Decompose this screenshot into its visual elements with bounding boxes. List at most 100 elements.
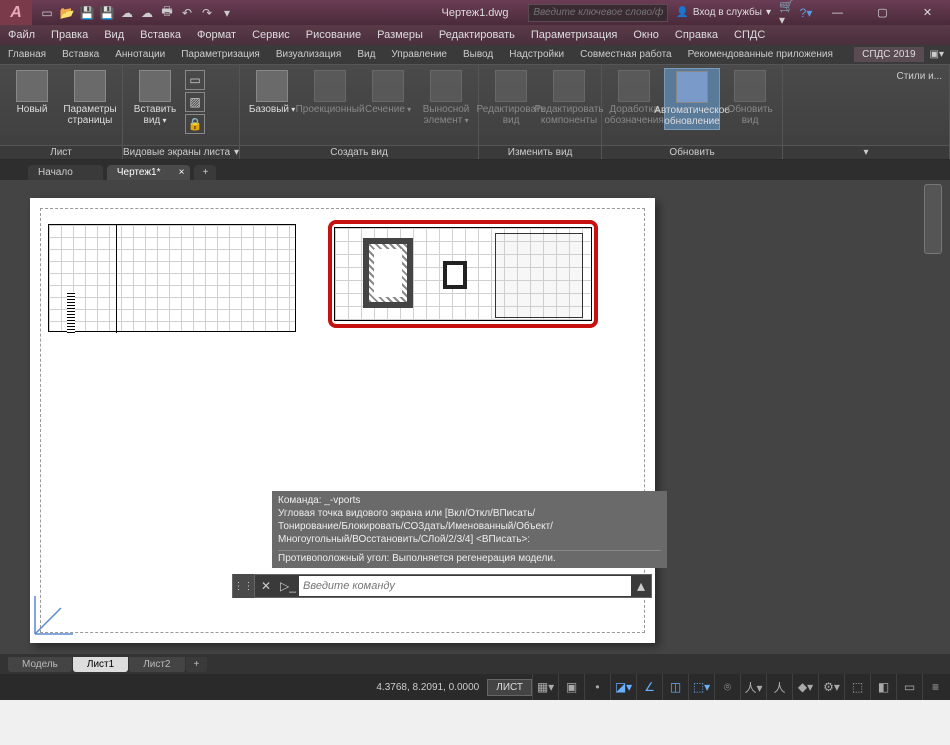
update-view-button[interactable]: Обновить вид bbox=[722, 68, 778, 128]
status-coordinates[interactable]: 4.3768, 8.2091, 0.0000 bbox=[376, 682, 479, 693]
layout-tab-list1[interactable]: Лист1 bbox=[73, 657, 128, 672]
rtab-visualize[interactable]: Визуализация bbox=[268, 47, 349, 62]
command-input[interactable] bbox=[299, 576, 631, 596]
plot-icon[interactable]: 🖶 bbox=[158, 4, 176, 22]
status-cleanscreen-icon[interactable]: ▭ bbox=[896, 674, 922, 700]
menu-tools[interactable]: Сервис bbox=[244, 27, 298, 43]
insert-view-button[interactable]: Вставить вид bbox=[127, 68, 183, 128]
command-customize-icon[interactable]: ✕ bbox=[255, 579, 277, 593]
new-layout-button[interactable]: Новый bbox=[4, 68, 60, 117]
lock-viewport-icon[interactable]: 🔒 bbox=[185, 114, 205, 134]
space-toggle-button[interactable]: ЛИСТ bbox=[487, 679, 532, 696]
edit-components-button[interactable]: Редактировать компоненты bbox=[541, 68, 597, 128]
close-button[interactable]: ✕ bbox=[905, 0, 950, 25]
ribbon-tabs: Главная Вставка Аннотации Параметризация… bbox=[0, 45, 950, 65]
viewport-right[interactable] bbox=[334, 227, 592, 321]
status-annoscale-icon[interactable]: ⬚▾ bbox=[688, 674, 714, 700]
rtab-insert[interactable]: Вставка bbox=[54, 47, 107, 62]
menu-draw[interactable]: Рисование bbox=[298, 27, 369, 43]
status-snap-icon[interactable]: • bbox=[584, 674, 610, 700]
edit-view-button[interactable]: Редактировать вид bbox=[483, 68, 539, 128]
navigation-bar[interactable] bbox=[924, 184, 942, 254]
detail-icon bbox=[430, 70, 462, 102]
auto-update-icon bbox=[676, 71, 708, 103]
styles-dropdown[interactable]: Стили и... bbox=[893, 68, 945, 85]
saveas-icon[interactable]: 💾 bbox=[98, 4, 116, 22]
menu-dimension[interactable]: Размеры bbox=[369, 27, 431, 43]
menu-format[interactable]: Формат bbox=[189, 27, 244, 43]
status-monitor-icon[interactable]: ⬚ bbox=[844, 674, 870, 700]
auto-update-button[interactable]: Автоматическое обновление bbox=[664, 68, 720, 130]
canvas[interactable]: Команда: _-vports Угловая точка видового… bbox=[0, 180, 950, 654]
menu-parametric[interactable]: Параметризация bbox=[523, 27, 625, 43]
status-osnap-icon[interactable]: ◪▾ bbox=[610, 674, 636, 700]
rtab-home[interactable]: Главная bbox=[0, 47, 54, 62]
open-icon[interactable]: 📂 bbox=[58, 4, 76, 22]
close-tab-icon[interactable]: × bbox=[179, 167, 185, 178]
menu-view[interactable]: Вид bbox=[96, 27, 132, 43]
command-drag-icon[interactable]: ⋮⋮ bbox=[233, 574, 255, 598]
command-recent-icon[interactable]: ▴ bbox=[631, 576, 651, 596]
status-units-icon[interactable]: ◆▾ bbox=[792, 674, 818, 700]
menu-insert[interactable]: Вставка bbox=[132, 27, 189, 43]
rtab-parametric[interactable]: Параметризация bbox=[173, 47, 268, 62]
menu-window[interactable]: Окно bbox=[625, 27, 667, 43]
base-view-button[interactable]: Базовый bbox=[244, 68, 300, 117]
status-otrack-icon[interactable]: ◫ bbox=[662, 674, 688, 700]
menu-file[interactable]: Файл bbox=[0, 27, 43, 43]
projected-view-button[interactable]: Проекционный bbox=[302, 68, 358, 117]
exchange-icon[interactable]: 🛒▾ bbox=[779, 4, 797, 22]
login-button[interactable]: 👤Вход в службы ▾ bbox=[676, 7, 771, 18]
tab-drawing[interactable]: Чертеж1*× bbox=[107, 165, 191, 180]
detail-view-button[interactable]: Выносной элемент bbox=[418, 68, 474, 128]
layout-tab-add[interactable]: + bbox=[186, 657, 208, 672]
qat-more-icon[interactable]: ▾ bbox=[218, 4, 236, 22]
menu-help[interactable]: Справка bbox=[667, 27, 726, 43]
rtab-output[interactable]: Вывод bbox=[455, 47, 501, 62]
search-input[interactable] bbox=[528, 4, 668, 22]
menu-bar: Файл Правка Вид Вставка Формат Сервис Ри… bbox=[0, 25, 950, 45]
app-logo[interactable]: A bbox=[0, 0, 32, 25]
section-view-button[interactable]: Сечение bbox=[360, 68, 416, 117]
status-polar-icon[interactable]: ∠ bbox=[636, 674, 662, 700]
viewport-left[interactable] bbox=[48, 224, 296, 332]
new-icon[interactable]: ▭ bbox=[38, 4, 56, 22]
rtab-collab[interactable]: Совместная работа bbox=[572, 47, 680, 62]
status-customize-icon[interactable]: ≡ bbox=[922, 674, 948, 700]
status-isolate-icon[interactable]: ◧ bbox=[870, 674, 896, 700]
menu-edit[interactable]: Правка bbox=[43, 27, 96, 43]
rtab-featured[interactable]: Рекомендованные приложения bbox=[680, 47, 841, 62]
layout-tab-list2[interactable]: Лист2 bbox=[129, 657, 184, 672]
menu-modify[interactable]: Редактировать bbox=[431, 27, 523, 43]
fix-symbol-icon bbox=[618, 70, 650, 102]
ucs-icon[interactable] bbox=[33, 590, 75, 636]
minimize-button[interactable]: — bbox=[815, 0, 860, 25]
save-icon[interactable]: 💾 bbox=[78, 4, 96, 22]
new-tab-button[interactable]: + bbox=[194, 165, 216, 180]
tab-start[interactable]: Начало bbox=[28, 165, 103, 180]
rtab-manage[interactable]: Управление bbox=[383, 47, 455, 62]
layout-tab-model[interactable]: Модель bbox=[8, 657, 72, 672]
status-grid-icon[interactable]: ▦▾ bbox=[532, 674, 558, 700]
clip-viewport-icon[interactable]: ▨ bbox=[185, 92, 205, 112]
rtab-spds[interactable]: СПДС 2019 bbox=[854, 47, 923, 62]
ribbon-collapse-icon[interactable]: ▣▾ bbox=[924, 47, 950, 62]
redo-icon[interactable]: ↷ bbox=[198, 4, 216, 22]
status-maximize-vp-icon[interactable]: ▣ bbox=[558, 674, 584, 700]
menu-spds[interactable]: СПДС bbox=[726, 27, 773, 43]
status-workspace-icon[interactable]: ⚙▾ bbox=[818, 674, 844, 700]
rtab-annotate[interactable]: Аннотации bbox=[107, 47, 173, 62]
page-setup-button[interactable]: Параметры страницы bbox=[62, 68, 118, 128]
cloud-save-icon[interactable]: ☁ bbox=[138, 4, 156, 22]
rect-viewport-icon[interactable]: ▭ bbox=[185, 70, 205, 90]
maximize-button[interactable]: ▢ bbox=[860, 0, 905, 25]
undo-icon[interactable]: ↶ bbox=[178, 4, 196, 22]
projected-icon bbox=[314, 70, 346, 102]
status-scale-icon[interactable]: 人▾ bbox=[740, 674, 766, 700]
status-lock-icon[interactable]: 人 bbox=[766, 674, 792, 700]
rtab-addins[interactable]: Надстройки bbox=[501, 47, 572, 62]
cloud-open-icon[interactable]: ☁ bbox=[118, 4, 136, 22]
status-annovis-icon[interactable]: ⌾ bbox=[714, 674, 740, 700]
rtab-view[interactable]: Вид bbox=[349, 47, 383, 62]
help-icon[interactable]: ?▾ bbox=[797, 4, 815, 22]
